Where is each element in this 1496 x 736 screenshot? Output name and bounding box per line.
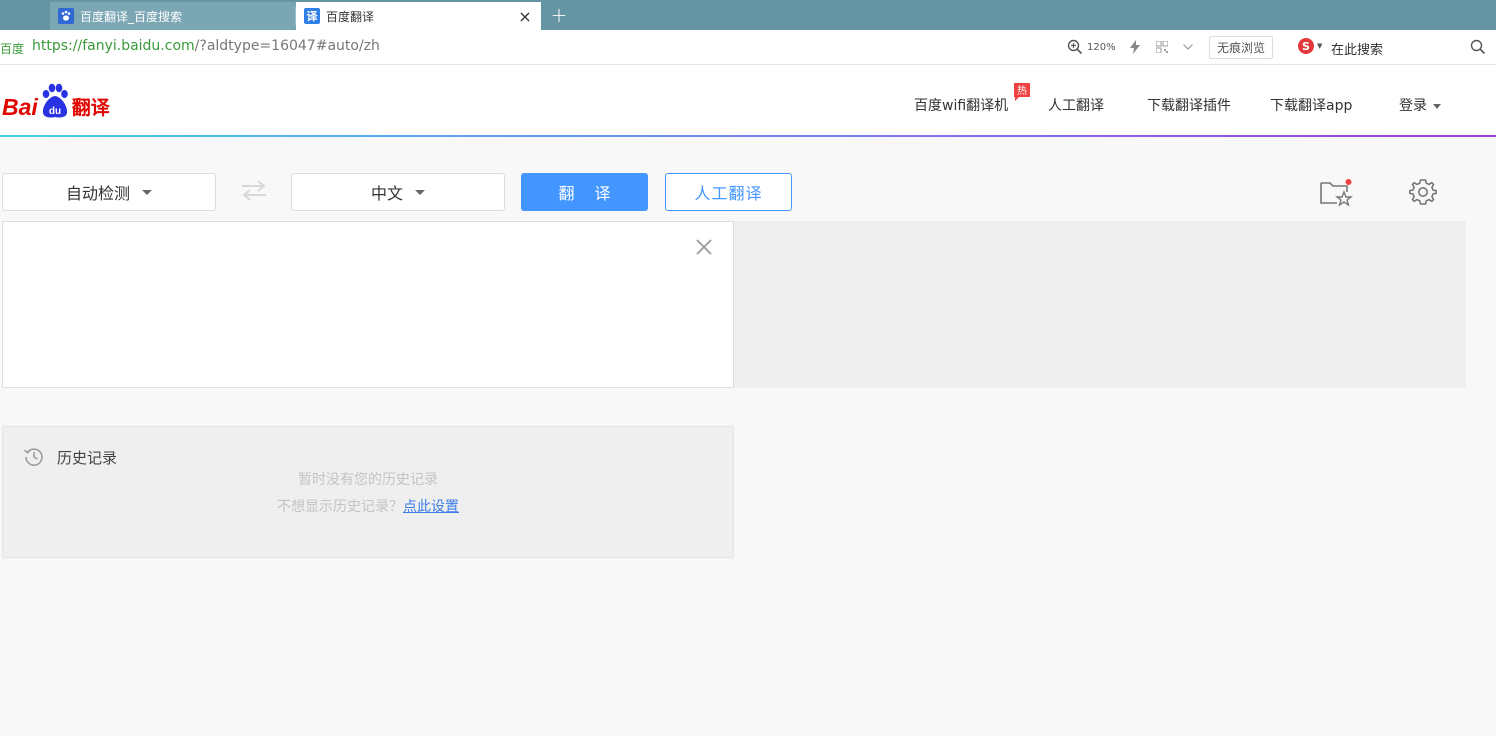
login-button[interactable]: 登录	[1399, 95, 1441, 115]
new-tab-button[interactable]: +	[548, 2, 570, 28]
history-clock-icon	[23, 448, 43, 466]
search-icon[interactable]	[1470, 39, 1486, 55]
url-protocol: https://	[32, 38, 83, 54]
lightning-icon[interactable]	[1127, 39, 1143, 55]
caret-down-icon: ▼	[1317, 42, 1323, 50]
zoom-indicator[interactable]: 120%	[1067, 39, 1116, 55]
source-language-select[interactable]: 自动检测	[2, 173, 216, 211]
caret-down-icon	[1433, 103, 1441, 109]
target-language-label: 中文	[370, 184, 403, 203]
caret-down-icon	[142, 189, 152, 195]
source-text-input[interactable]	[3, 222, 733, 387]
history-hint: 不想显示历史记录？点此设置	[3, 496, 733, 516]
logo-fanyi-text: 翻译	[71, 97, 110, 119]
baidu-paw-icon	[58, 8, 74, 24]
qr-code-icon[interactable]	[1154, 39, 1170, 55]
logo-du-text: du	[49, 106, 61, 117]
translate-button[interactable]: 翻译	[521, 173, 648, 211]
nav-download-plugin[interactable]: 下载翻译插件	[1147, 95, 1231, 115]
page-header: Bai du 翻译 百度wifi翻译机 热 人工翻译 下载翻译插件 下载翻译ap…	[0, 65, 1496, 137]
history-title: 历史记录	[57, 449, 118, 467]
translation-output-pane	[734, 221, 1466, 388]
logo-bai-text: Bai	[2, 94, 38, 120]
browser-tab-baidu-search[interactable]: 百度翻译_百度搜索	[50, 2, 296, 30]
chevron-down-icon[interactable]	[1180, 39, 1196, 55]
tab-label: 百度翻译	[326, 9, 375, 24]
login-label: 登录	[1399, 98, 1427, 114]
history-panel: 历史记录 暂时没有您的历史记录 不想显示历史记录？点此设置	[2, 426, 734, 558]
search-engine-selector[interactable]: S ▼	[1298, 38, 1322, 54]
nav-download-app[interactable]: 下载翻译app	[1270, 95, 1352, 115]
url-host: fanyi.baidu.com	[82, 38, 195, 54]
url-path: /?aldtype=16047#auto/zh	[194, 38, 380, 54]
swap-languages-icon[interactable]	[240, 178, 268, 202]
search-input[interactable]: 在此搜索	[1331, 39, 1383, 58]
baidu-translate-logo[interactable]: Bai du 翻译	[2, 79, 110, 119]
human-translate-button[interactable]: 人工翻译	[665, 173, 792, 211]
browser-tab-baidu-translate[interactable]: 译 百度翻译 ×	[296, 2, 541, 30]
history-empty-text: 暂时没有您的历史记录	[298, 472, 438, 488]
history-hint-text: 不想显示历史记录？	[277, 499, 403, 515]
baidu-paw-logo-icon: du	[39, 83, 69, 119]
settings-gear-icon[interactable]	[1408, 177, 1438, 207]
history-settings-link[interactable]: 点此设置	[403, 499, 459, 515]
browser-tabstrip: 百度翻译_百度搜索 译 百度翻译 × +	[0, 0, 1496, 30]
favorites-folder-icon[interactable]	[1318, 177, 1354, 207]
incognito-button[interactable]: 无痕浏览	[1209, 36, 1273, 59]
source-text-pane	[2, 221, 734, 388]
nav-human-translation[interactable]: 人工翻译	[1048, 95, 1104, 115]
clear-input-icon[interactable]	[693, 236, 715, 258]
tab-close-icon[interactable]: ×	[515, 6, 535, 26]
translate-icon: 译	[304, 8, 320, 24]
header-gradient-line	[0, 135, 1496, 137]
caret-down-icon	[415, 189, 425, 195]
zoom-level: 120%	[1087, 41, 1116, 53]
source-language-label: 自动检测	[65, 184, 130, 203]
address-bar: 百度 https://fanyi.baidu.com/?aldtype=1604…	[0, 30, 1496, 65]
url-field[interactable]: https://fanyi.baidu.com/?aldtype=16047#a…	[32, 38, 380, 54]
zoom-in-icon	[1067, 39, 1083, 55]
hot-badge: 热	[1013, 82, 1031, 102]
sogou-logo-icon: S	[1298, 38, 1314, 54]
target-language-select[interactable]: 中文	[291, 173, 505, 211]
site-identity[interactable]: 百度	[0, 40, 24, 57]
tab-label: 百度翻译_百度搜索	[80, 9, 183, 24]
hot-badge-text: 热	[1017, 84, 1027, 97]
nav-wifi-translator[interactable]: 百度wifi翻译机	[914, 95, 1008, 115]
